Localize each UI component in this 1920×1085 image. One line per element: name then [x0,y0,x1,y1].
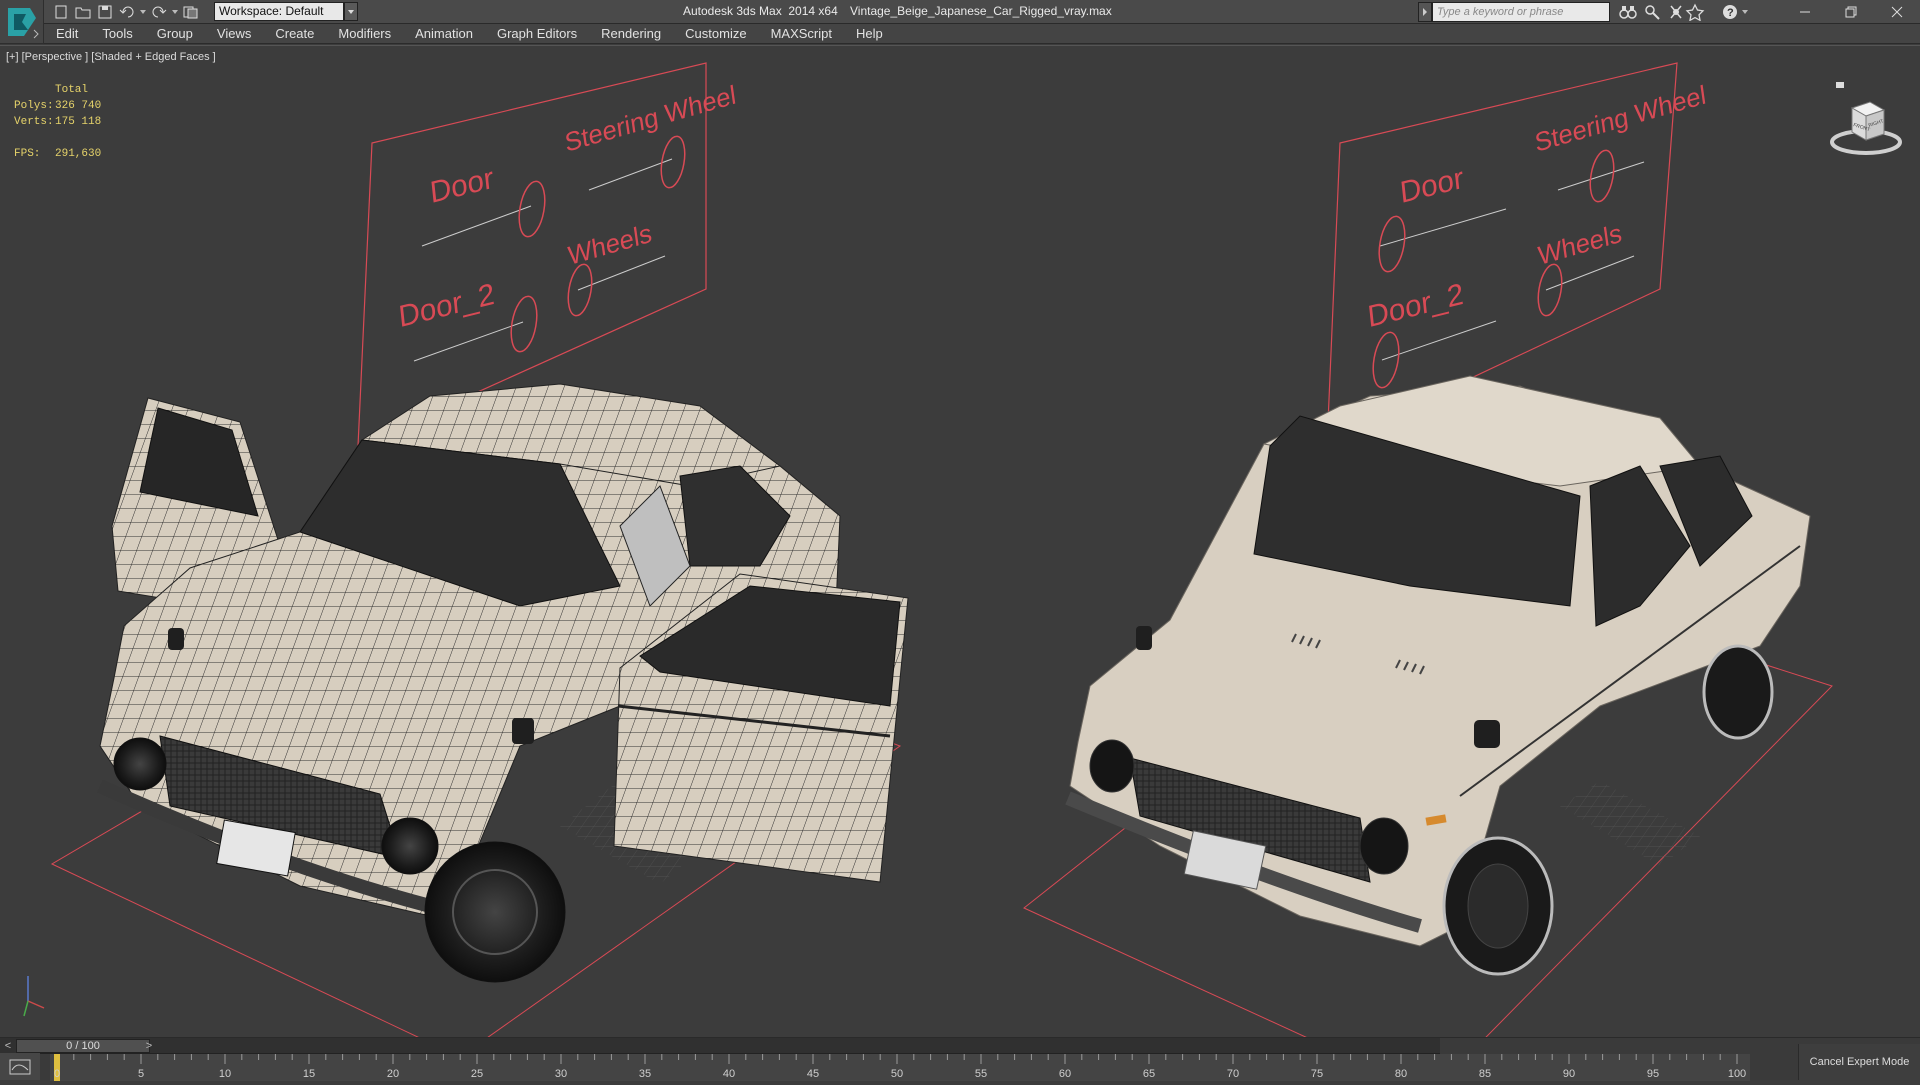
menu-edit[interactable]: Edit [44,26,90,41]
next-frame-icon[interactable]: > [141,1038,157,1054]
scene-canvas: Door Door_2 Steering Wheel Wheels Door D… [23,62,1833,1038]
close-button[interactable] [1874,0,1920,24]
track-bar-tick-label: 30 [554,1068,568,1080]
workspace-dropdown-arrow-icon[interactable] [344,2,358,21]
wheels-control-right[interactable] [1535,262,1566,317]
svg-text:?: ? [1727,7,1734,19]
track-bar-tick-label: 70 [1226,1068,1240,1080]
door-control-right[interactable] [1375,214,1408,273]
prev-frame-icon[interactable]: < [0,1038,16,1054]
track-bar-tick-label: 0 [53,1068,61,1080]
track-bar-tick-label: 65 [1142,1068,1156,1080]
3ds-max-logo-icon [8,8,39,39]
rig-label-door-right: Door [1399,161,1466,210]
track-bar-tick-label: 10 [218,1068,232,1080]
track-bar-tick-label: 95 [1646,1068,1660,1080]
time-slider-track[interactable]: < 0 / 100 > [0,1038,1440,1054]
menu-maxscript[interactable]: MAXScript [759,26,844,41]
infocenter-toolbar: ? [1619,3,1748,21]
car-shaded-right[interactable] [1065,375,1811,976]
track-bar-tick-label: 85 [1478,1068,1492,1080]
track-bar-tick-label: 5 [137,1068,145,1080]
minimize-button[interactable] [1782,0,1828,24]
track-bar-tick-label: 45 [806,1068,820,1080]
mini-curve-editor-icon[interactable] [0,1053,40,1080]
rig-label-wheels-left: Wheels [566,217,653,271]
track-bar-tick-label: 100 [1727,1068,1747,1080]
menu-help[interactable]: Help [844,26,895,41]
menu-customize[interactable]: Customize [673,26,758,41]
perspective-viewport[interactable]: [+] [Perspective ] [Shaded + Edged Faces… [0,45,1920,1038]
binoculars-icon[interactable] [1619,6,1637,19]
favorites-star-icon[interactable] [1685,3,1705,21]
undo-icon[interactable] [116,3,138,21]
car-wireframe-left[interactable] [97,383,909,983]
search-input[interactable]: Type a keyword or phrase [1432,2,1610,22]
menu-create[interactable]: Create [263,26,326,41]
track-bar-tick-label: 35 [638,1068,652,1080]
restore-button[interactable] [1828,0,1874,24]
track-bar-tick-label: 50 [890,1068,904,1080]
rig-label-door-left: Door [429,161,496,210]
app-title: Autodesk 3ds Max 2014 x64 [683,4,838,18]
door-control-left[interactable] [515,179,548,238]
workspace-dropdown[interactable]: Workspace: Default [214,2,344,21]
file-title: Vintage_Beige_Japanese_Car_Rigged_vray.m… [850,4,1112,18]
menu-animation[interactable]: Animation [403,26,485,41]
subscription-key-icon[interactable] [1645,5,1660,20]
new-file-icon[interactable] [50,3,72,21]
track-bar-tick-label: 60 [1058,1068,1072,1080]
communication-center-icon[interactable] [1670,5,1682,19]
menu-rendering[interactable]: Rendering [589,26,673,41]
time-slider-thumb[interactable]: 0 / 100 [16,1039,150,1053]
time-slider-bar: < 0 / 100 > 0 5 10 15 20 25 30 35 40 45 50 55 60 65 70… [0,1037,1920,1081]
search-collapse-icon[interactable] [1418,2,1432,22]
track-bar-tick-label: 75 [1310,1068,1324,1080]
help-icon[interactable]: ? [1723,5,1748,19]
redo-icon[interactable] [148,3,170,21]
axis-gizmo [23,976,45,1017]
menu-views[interactable]: Views [205,26,263,41]
application-menu-button[interactable] [0,0,44,44]
track-bar-tick-label: 15 [302,1068,316,1080]
save-file-icon[interactable] [94,3,116,21]
open-file-icon[interactable] [72,3,94,21]
rig-label-wheels-right: Wheels [1536,217,1623,271]
rig-label-door2-right: Door_2 [1366,277,1465,334]
project-folder-icon[interactable] [180,3,202,21]
redo-dropdown-icon[interactable] [170,3,180,21]
menu-group[interactable]: Group [145,26,205,41]
door2-control-right[interactable] [1369,330,1402,389]
wheels-control-left[interactable] [565,262,596,317]
title-bar: Workspace: Default Autodesk 3ds Max 2014… [0,0,1920,24]
track-bar-tick-label: 80 [1394,1068,1408,1080]
steering-control-left[interactable] [658,134,689,189]
menu-tools[interactable]: Tools [90,26,144,41]
menu-modifiers[interactable]: Modifiers [326,26,403,41]
undo-dropdown-icon[interactable] [138,3,148,21]
track-bar-tick-label: 20 [386,1068,400,1080]
cancel-expert-mode-button[interactable]: Cancel Expert Mode [1798,1044,1920,1080]
quick-access-toolbar [50,3,202,21]
door2-control-left[interactable] [507,294,540,353]
track-bar-tick-label: 55 [974,1068,988,1080]
menu-bar: Edit Tools Group Views Create Modifiers … [44,24,1920,44]
track-bar-tick-label: 40 [722,1068,736,1080]
track-bar[interactable]: 0 5 10 15 20 25 30 35 40 45 50 55 60 65 70 75 80 85 90 95 10… [50,1054,1750,1081]
track-bar-tick-label: 90 [1562,1068,1576,1080]
viewcube[interactable]: FRONT RIGHT [1826,82,1902,158]
rig-label-door2-left: Door_2 [397,277,496,334]
track-bar-tick-label: 25 [470,1068,484,1080]
home-icon[interactable] [1836,82,1844,88]
menu-graph-editors[interactable]: Graph Editors [485,26,589,41]
